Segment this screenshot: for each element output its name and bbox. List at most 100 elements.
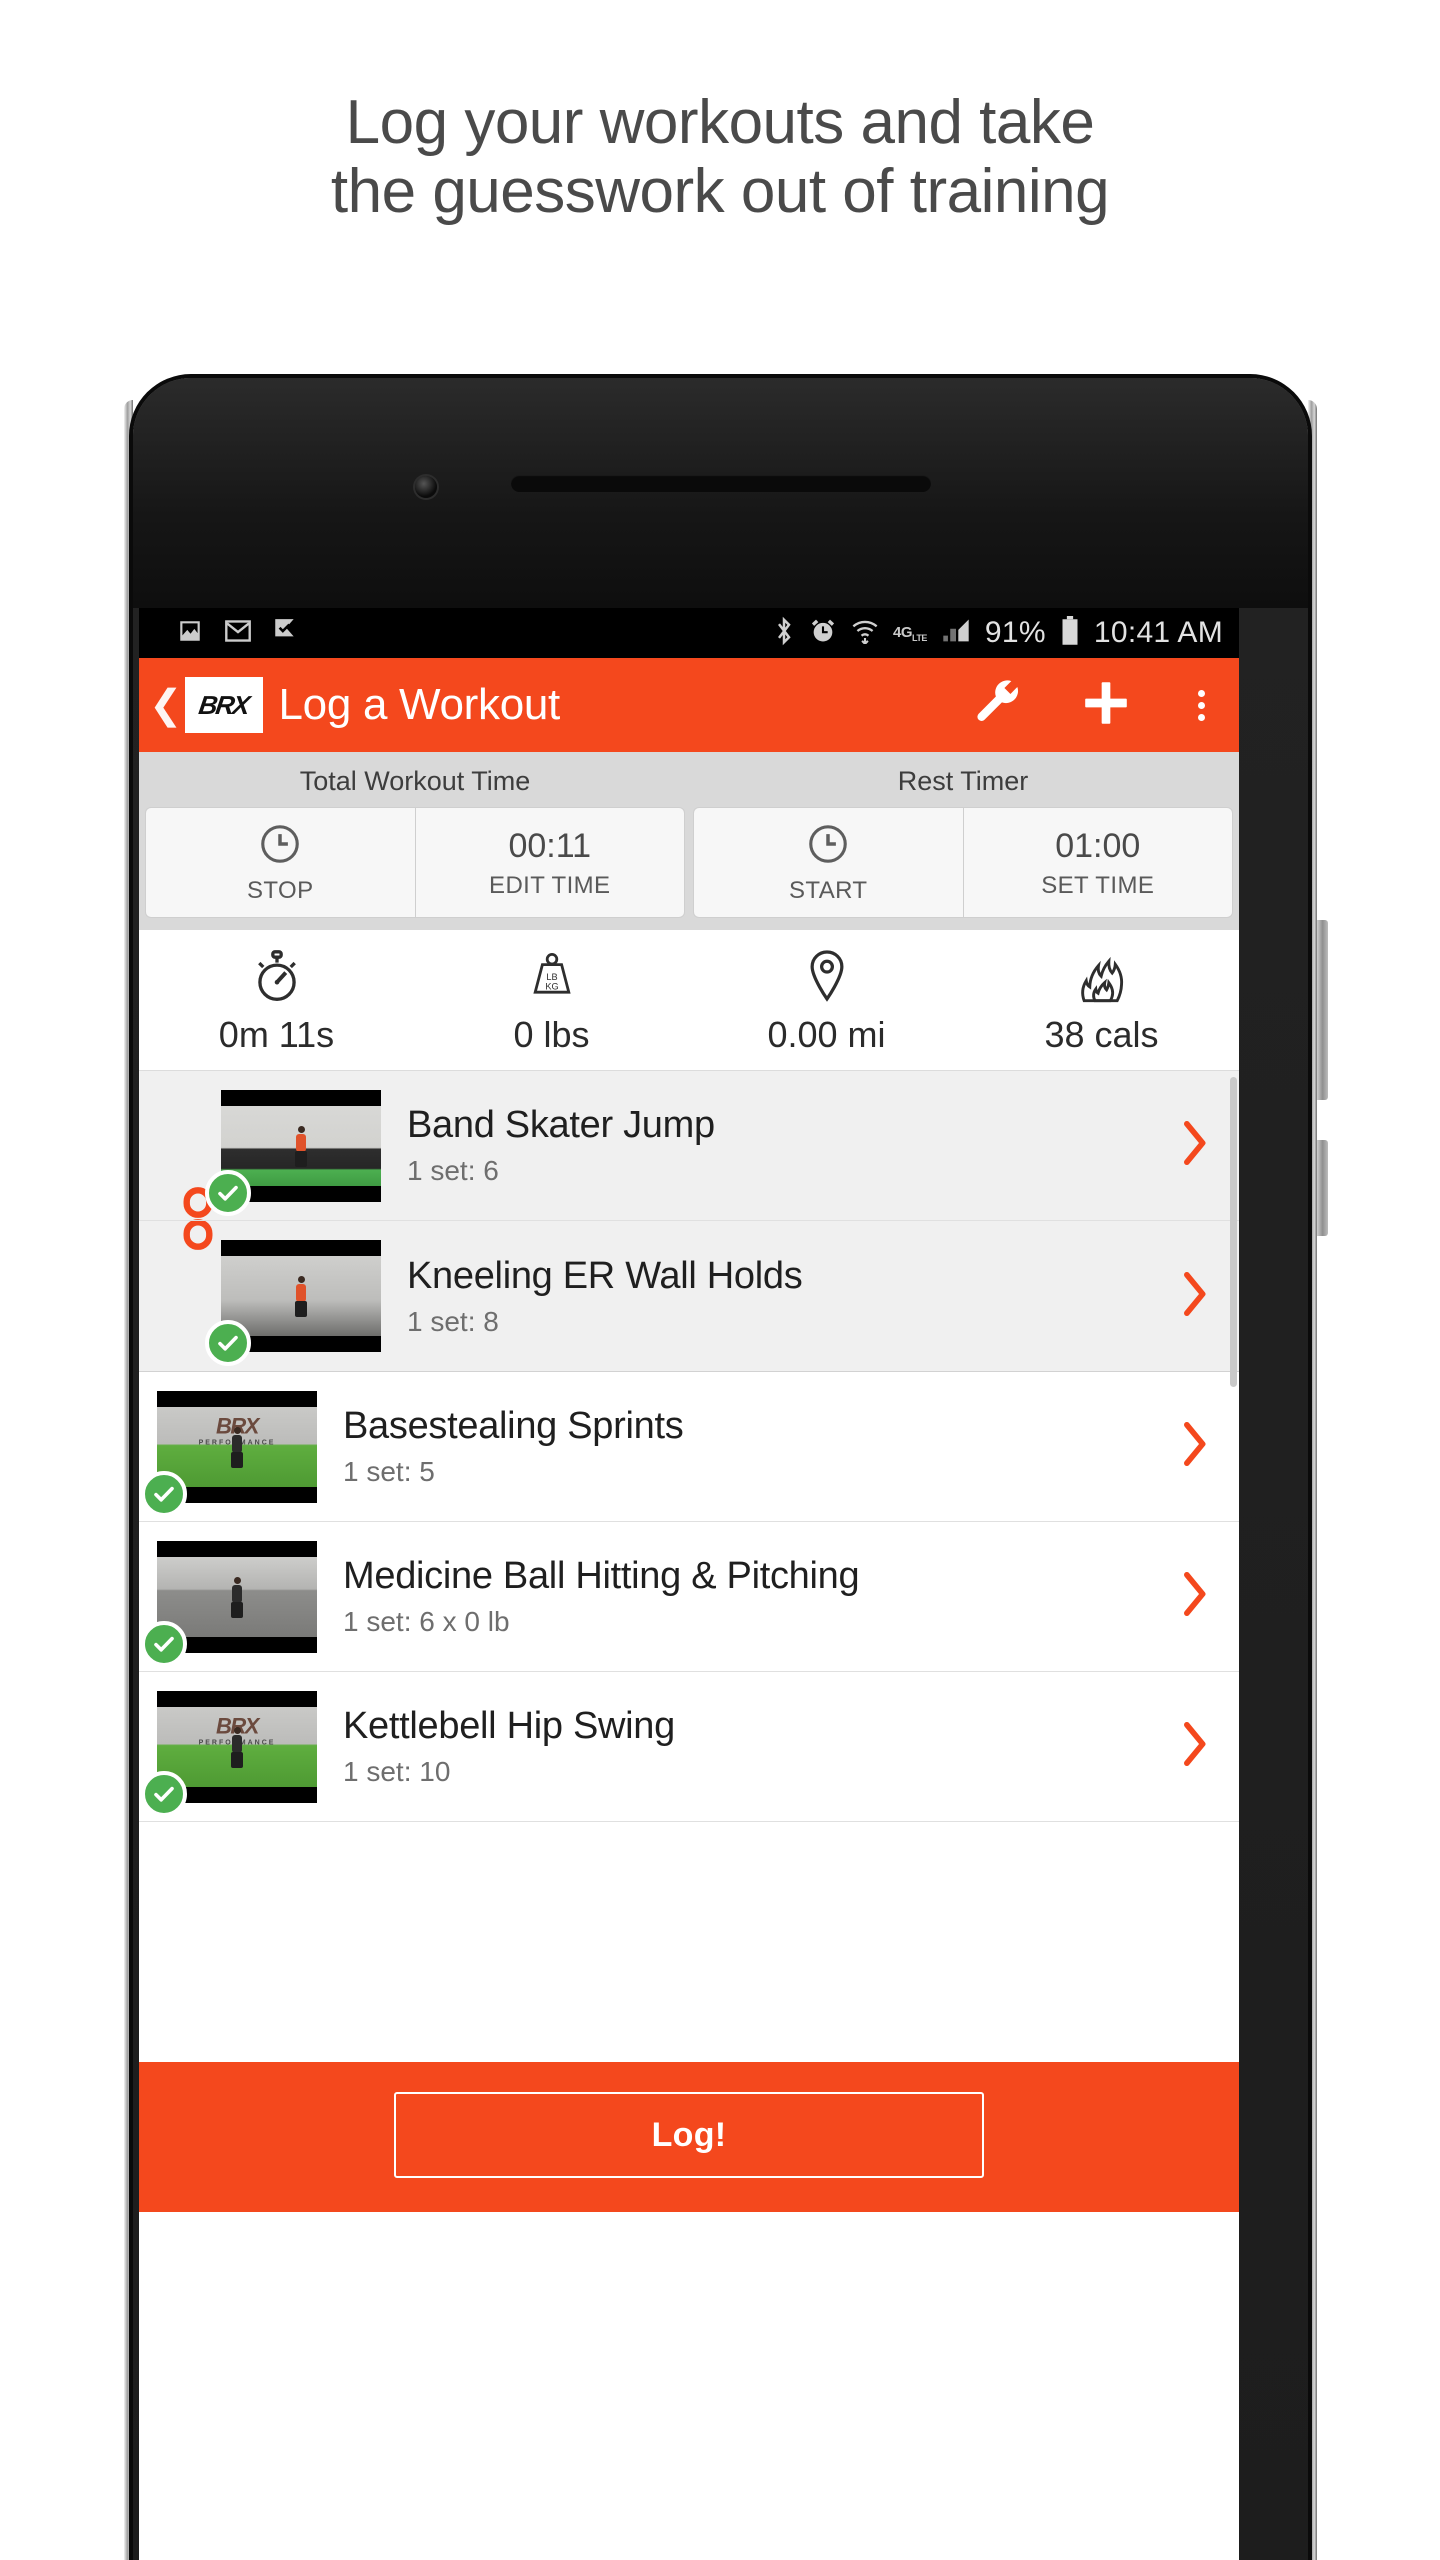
chevron-right-icon[interactable]: [1179, 1719, 1219, 1774]
workout-stop-button[interactable]: STOP: [145, 807, 415, 918]
exercise-name: Band Skater Jump: [407, 1104, 715, 1146]
location-pin-icon: [689, 946, 964, 1008]
battery-percent-label: 91%: [984, 616, 1046, 649]
app-bar: ❮ BRX Log a Workout: [139, 658, 1239, 752]
brx-logo-text: BRX: [197, 689, 251, 720]
stat-calories-value: 38 cals: [1044, 1014, 1159, 1055]
total-workout-timer: Total Workout Time STOP 00:11 EDIT TIME: [145, 760, 685, 918]
exercise-row-5[interactable]: BRXPERFORMANCE Kettlebell Hip Swi: [139, 1672, 1239, 1822]
rest-set-time-label: SET TIME: [1041, 872, 1155, 899]
rest-start-button[interactable]: START: [693, 807, 963, 918]
exercise-list: Band Skater Jump 1 set: 6 Kneeling ER Wa…: [139, 1071, 1239, 1822]
exercise-row-1[interactable]: Band Skater Jump 1 set: 6: [139, 1071, 1239, 1221]
phone-mockup: 4GLTE 91% 10:41 AM ❮ BRX Log a Workout T…: [124, 378, 1328, 2560]
exercise-sets: 1 set: 6 x 0 lb: [343, 1606, 510, 1637]
phone-rail-right: [1308, 400, 1328, 2560]
phone-body: 4GLTE 91% 10:41 AM ❮ BRX Log a Workout T…: [133, 378, 1308, 2560]
headline-line-1: Log your workouts and take: [345, 88, 1095, 157]
exercise-sets: 1 set: 5: [343, 1456, 435, 1487]
exercise-name: Medicine Ball Hitting & Pitching: [343, 1555, 860, 1597]
exercise-info-5: Kettlebell Hip Swing 1 set: 10: [317, 1705, 1179, 1788]
stat-weight-value: 0 lbs: [513, 1014, 590, 1055]
stat-calories: 38 cals: [964, 946, 1239, 1056]
headline-line-2: the guesswork out of training: [330, 157, 1110, 227]
chevron-right-icon[interactable]: [1179, 1569, 1219, 1624]
completed-check-icon: [141, 1470, 187, 1517]
network-type-label: 4GLTE: [893, 623, 927, 643]
workout-edit-time-button[interactable]: 00:11 EDIT TIME: [414, 807, 685, 918]
stat-distance: 0.00 mi: [689, 946, 964, 1056]
rest-start-label: START: [789, 877, 868, 904]
app-bar-actions: [974, 677, 1215, 734]
flag-check-icon: [273, 618, 297, 649]
plus-icon[interactable]: [1080, 677, 1132, 734]
total-workout-timer-label: Total Workout Time: [299, 766, 531, 796]
exercise-row-2[interactable]: Kneeling ER Wall Holds 1 set: 8: [139, 1221, 1239, 1371]
page-title: Log a Workout: [278, 680, 561, 729]
clock-icon: [806, 822, 850, 871]
signal-icon: [941, 618, 971, 649]
exercise-info-3: Basestealing Sprints 1 set: 5: [317, 1405, 1179, 1488]
stat-duration-value: 0m 11s: [218, 1014, 335, 1055]
exercise-sets: 1 set: 10: [343, 1756, 451, 1787]
exercise-name: Kettlebell Hip Swing: [343, 1705, 675, 1747]
timer-panel: Total Workout Time STOP 00:11 EDIT TIME …: [139, 752, 1239, 930]
chevron-right-icon[interactable]: [1179, 1269, 1219, 1324]
clock-icon: [258, 822, 302, 871]
status-bar: 4GLTE 91% 10:41 AM: [139, 608, 1239, 658]
power-button[interactable]: [1317, 1140, 1328, 1236]
status-bar-notifications: [177, 618, 297, 649]
rest-timer-label: Rest Timer: [897, 766, 1029, 796]
exercise-row-3[interactable]: BRXPERFORMANCE Basestealing Sprin: [139, 1372, 1239, 1522]
exercise-thumbnail-3[interactable]: BRXPERFORMANCE: [141, 1390, 317, 1517]
alarm-icon: [809, 617, 837, 650]
bluetooth-icon: [773, 616, 795, 651]
completed-check-icon: [205, 1320, 251, 1366]
exercise-name: Kneeling ER Wall Holds: [407, 1254, 803, 1297]
page-headline: Log your workouts and take the guesswork…: [0, 0, 1440, 227]
list-scrollbar[interactable]: [1230, 1077, 1237, 1387]
chevron-right-icon[interactable]: [1179, 1419, 1219, 1474]
battery-icon: [1060, 615, 1080, 651]
wifi-icon: [851, 618, 879, 649]
stat-weight: LB KG 0 lbs: [414, 946, 689, 1056]
weight-icon: LB KG: [414, 946, 689, 1008]
list-empty-space: [139, 1822, 1239, 2062]
clock-label: 10:41 AM: [1093, 616, 1223, 649]
image-icon: [177, 618, 203, 649]
exercise-thumbnail-2[interactable]: [205, 1240, 381, 1366]
completed-check-icon: [141, 1620, 187, 1667]
completed-check-icon: [141, 1770, 187, 1817]
flame-icon: [964, 946, 1239, 1008]
superset-group: Band Skater Jump 1 set: 6 Kneeling ER Wa…: [139, 1071, 1239, 1372]
exercise-info-1: Band Skater Jump 1 set: 6: [381, 1104, 1179, 1187]
exercise-thumbnail-4[interactable]: [141, 1540, 317, 1667]
exercise-thumbnail-5[interactable]: BRXPERFORMANCE: [141, 1690, 317, 1817]
overflow-menu-icon[interactable]: [1188, 689, 1215, 721]
workout-stats-row: 0m 11s LB KG 0 lbs 0.00 mi 38 cals: [139, 930, 1239, 1071]
total-workout-timer-controls: STOP 00:11 EDIT TIME: [145, 807, 685, 918]
wrench-icon[interactable]: [974, 678, 1024, 733]
exercise-sets: 1 set: 6: [407, 1155, 499, 1186]
status-bar-system: 4GLTE 91% 10:41 AM: [773, 615, 1223, 651]
workout-elapsed-value: 00:11: [508, 827, 592, 865]
rest-timer: Rest Timer START 01:00 SET TIME: [693, 760, 1233, 918]
earpiece-speaker: [511, 475, 931, 492]
exercise-sets: 1 set: 8: [407, 1305, 499, 1337]
back-chevron-icon[interactable]: ❮: [149, 682, 183, 728]
exercise-info-2: Kneeling ER Wall Holds 1 set: 8: [381, 1255, 1179, 1338]
exercise-thumbnail-1[interactable]: [205, 1089, 381, 1216]
svg-text:KG: KG: [545, 981, 558, 991]
workout-edit-time-label: EDIT TIME: [489, 872, 611, 899]
stat-duration: 0m 11s: [139, 946, 414, 1056]
brx-logo[interactable]: BRX: [184, 677, 263, 733]
exercise-row-4[interactable]: Medicine Ball Hitting & Pitching 1 set: …: [139, 1522, 1239, 1672]
completed-check-icon: [205, 1169, 251, 1216]
svg-text:LB: LB: [546, 972, 557, 982]
rest-set-time-button[interactable]: 01:00 SET TIME: [962, 807, 1233, 918]
footer-bar: Log!: [139, 2062, 1239, 2212]
volume-button[interactable]: [1317, 920, 1328, 1100]
log-button[interactable]: Log!: [394, 2092, 984, 2178]
stopwatch-icon: [139, 946, 414, 1008]
chevron-right-icon[interactable]: [1179, 1118, 1219, 1173]
